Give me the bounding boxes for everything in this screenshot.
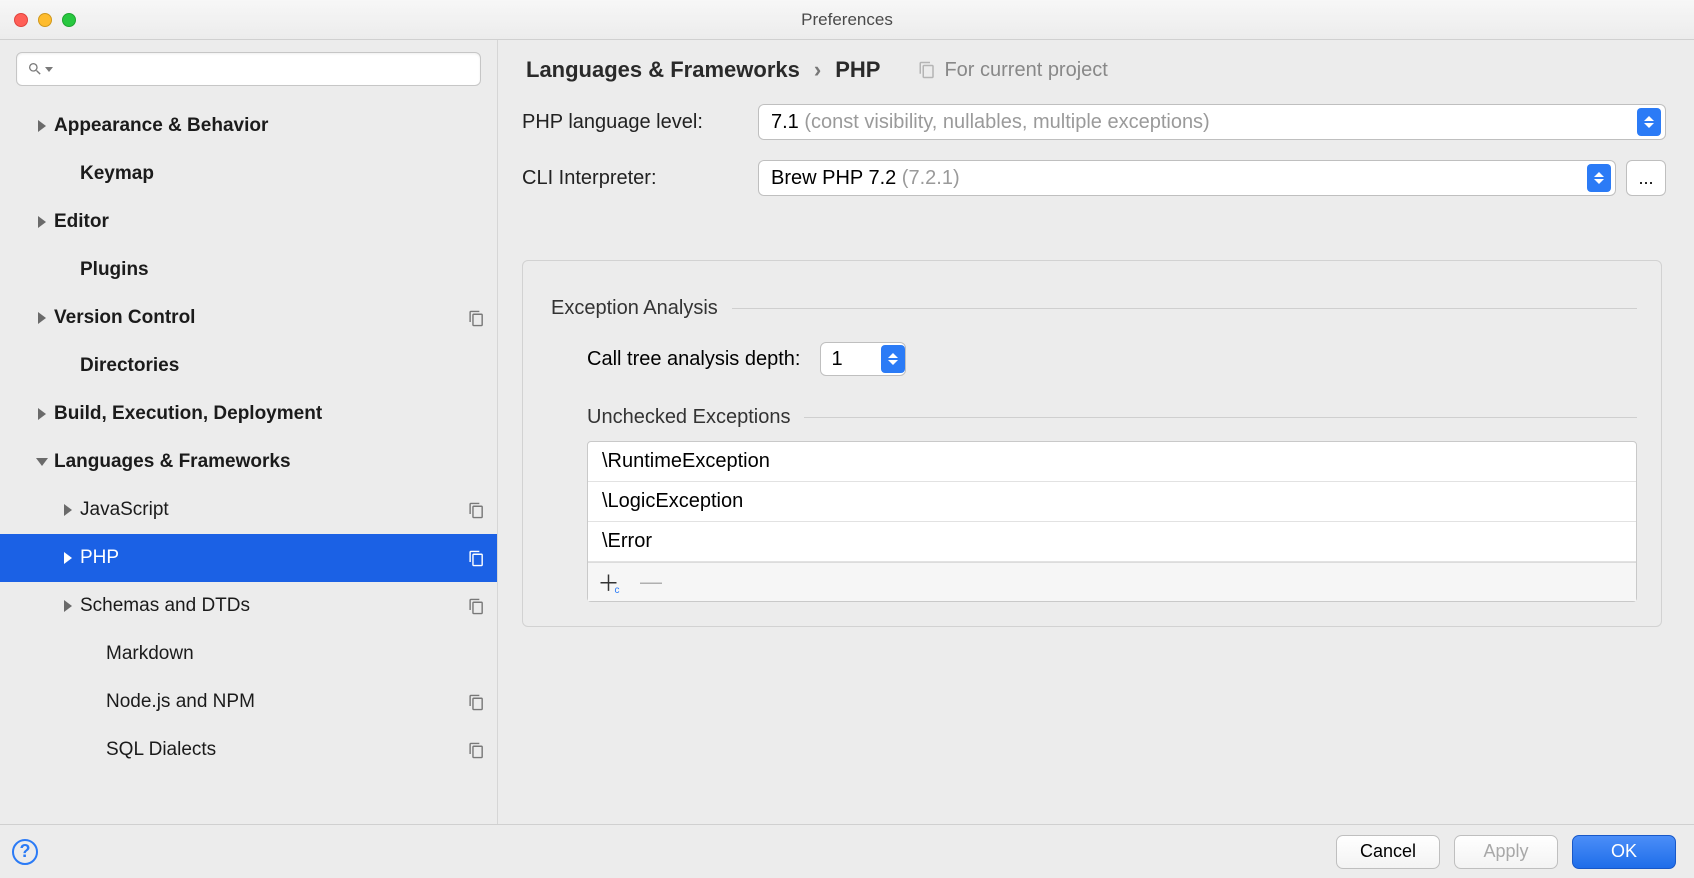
tree-item-label: Node.js and NPM <box>106 691 255 713</box>
cli-interpreter-hint: (7.2.1) <box>896 167 959 189</box>
tree-item-label: JavaScript <box>80 499 169 521</box>
expand-arrow-icon[interactable] <box>30 408 54 420</box>
project-scope-indicator: For current project <box>918 59 1107 82</box>
cancel-button[interactable]: Cancel <box>1336 835 1440 869</box>
cli-interpreter-label: CLI Interpreter: <box>522 167 758 190</box>
php-language-level-label: PHP language level: <box>522 111 758 134</box>
tree-item[interactable]: SQL Dialects <box>0 726 497 774</box>
tree-item[interactable]: PHP <box>0 534 497 582</box>
expand-arrow-icon[interactable] <box>30 458 54 466</box>
tree-item[interactable]: Version Control <box>0 294 497 342</box>
apply-button[interactable]: Apply <box>1454 835 1558 869</box>
call-tree-depth-label: Call tree analysis depth: <box>587 348 800 371</box>
breadcrumb-leaf: PHP <box>835 57 880 83</box>
project-scope-label: For current project <box>944 59 1107 82</box>
unchecked-exceptions-section: Unchecked Exceptions <box>587 406 1637 429</box>
cli-interpreter-browse-button[interactable]: ... <box>1626 160 1666 196</box>
tree-item-label: Editor <box>54 211 109 233</box>
help-button[interactable]: ? <box>12 839 38 865</box>
tree-item[interactable]: Plugins <box>0 246 497 294</box>
exception-analysis-section: Exception Analysis <box>551 297 1637 320</box>
php-language-level-combo[interactable]: 7.1 (const visibility, nullables, multip… <box>758 104 1666 140</box>
search-icon <box>27 61 43 77</box>
settings-tree[interactable]: Appearance & Behavior Keymap Editor Plugins… <box>0 96 497 824</box>
tree-item[interactable]: Schemas and DTDs <box>0 582 497 630</box>
list-item[interactable]: \LogicException <box>588 482 1636 522</box>
preferences-sidebar: Appearance & Behavior Keymap Editor Plugins… <box>0 40 498 824</box>
add-exception-button[interactable]: ＋c <box>600 571 622 593</box>
tree-item[interactable]: JavaScript <box>0 486 497 534</box>
tree-item-label: Markdown <box>106 643 194 665</box>
unchecked-exceptions-list[interactable]: \RuntimeException\LogicException\Error ＋… <box>587 441 1637 602</box>
tree-item-label: PHP <box>80 547 119 569</box>
breadcrumb-separator: › <box>814 57 821 83</box>
expand-arrow-icon[interactable] <box>30 120 54 132</box>
copy-settings-icon <box>460 310 485 327</box>
tree-item-label: Keymap <box>80 163 154 185</box>
call-tree-depth-field[interactable]: 1 <box>820 342 906 376</box>
tree-item-label: Build, Execution, Deployment <box>54 403 322 425</box>
dialog-footer: ? Cancel Apply OK <box>0 824 1694 878</box>
tree-item-label: Schemas and DTDs <box>80 595 250 617</box>
remove-exception-button[interactable]: — <box>640 571 662 593</box>
window-title: Preferences <box>0 10 1694 30</box>
combo-stepper-icon[interactable] <box>1587 164 1611 192</box>
copy-settings-icon <box>460 742 485 759</box>
expand-arrow-icon[interactable] <box>56 552 80 564</box>
list-item[interactable]: \RuntimeException <box>588 442 1636 482</box>
tree-item-label: Appearance & Behavior <box>54 115 268 137</box>
cli-interpreter-value: Brew PHP 7.2 <box>771 167 896 189</box>
copy-settings-icon <box>460 694 485 711</box>
expand-arrow-icon[interactable] <box>30 216 54 228</box>
tree-item[interactable]: Markdown <box>0 630 497 678</box>
search-input[interactable] <box>59 61 470 78</box>
settings-main-pane: Languages & Frameworks › PHP For current… <box>498 40 1694 824</box>
ok-button[interactable]: OK <box>1572 835 1676 869</box>
php-language-level-hint: (const visibility, nullables, multiple e… <box>799 111 1210 133</box>
window-titlebar: Preferences <box>0 0 1694 40</box>
copy-settings-icon <box>918 61 936 79</box>
copy-settings-icon <box>460 598 485 615</box>
expand-arrow-icon[interactable] <box>56 504 80 516</box>
tree-item-label: Version Control <box>54 307 195 329</box>
call-tree-depth-value: 1 <box>831 348 842 371</box>
cli-interpreter-combo[interactable]: Brew PHP 7.2 (7.2.1) <box>758 160 1616 196</box>
php-language-level-value: 7.1 <box>771 111 799 133</box>
tree-item[interactable]: Directories <box>0 342 497 390</box>
tree-item-label: Plugins <box>80 259 149 281</box>
tree-item-label: SQL Dialects <box>106 739 216 761</box>
tree-item[interactable]: Keymap <box>0 150 497 198</box>
tree-item-label: Languages & Frameworks <box>54 451 291 473</box>
copy-settings-icon <box>460 502 485 519</box>
expand-arrow-icon[interactable] <box>56 600 80 612</box>
search-field[interactable] <box>16 52 481 86</box>
tree-item[interactable]: Appearance & Behavior <box>0 102 497 150</box>
combo-stepper-icon[interactable] <box>881 345 905 373</box>
expand-arrow-icon[interactable] <box>30 312 54 324</box>
php-settings-panel: Include PathPHP RuntimeAnalysis Exceptio… <box>522 260 1662 627</box>
tree-item-label: Directories <box>80 355 179 377</box>
breadcrumb-root[interactable]: Languages & Frameworks <box>526 57 800 83</box>
list-item[interactable]: \Error <box>588 522 1636 562</box>
combo-stepper-icon[interactable] <box>1637 108 1661 136</box>
breadcrumb: Languages & Frameworks › PHP For current… <box>498 40 1694 100</box>
tree-item[interactable]: Languages & Frameworks <box>0 438 497 486</box>
copy-settings-icon <box>460 550 485 567</box>
tree-item[interactable]: Node.js and NPM <box>0 678 497 726</box>
tree-item[interactable]: Build, Execution, Deployment <box>0 390 497 438</box>
tree-item[interactable]: Editor <box>0 198 497 246</box>
search-history-dropdown-icon[interactable] <box>45 67 53 72</box>
